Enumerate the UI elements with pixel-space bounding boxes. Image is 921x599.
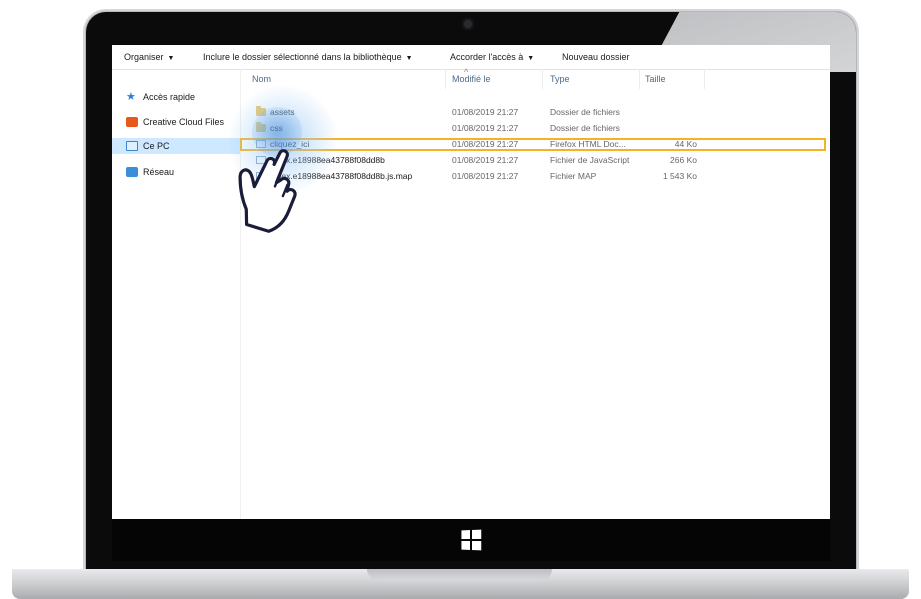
column-separator[interactable] [542,69,543,89]
column-header-type[interactable]: Type [550,74,570,84]
explorer-window: Organiser ▼ Inclure le dossier sélectionn… [112,45,830,519]
file-modified: 01/08/2019 21:27 [452,171,519,181]
pointing-hand-icon [238,149,297,233]
webcam [464,20,472,28]
file-type: Firefox HTML Doc... [550,139,626,149]
nav-item-creative-cloud[interactable]: Creative Cloud Files [112,114,240,130]
column-header-name[interactable]: Nom [252,74,271,84]
file-modified: 01/08/2019 21:27 [452,107,519,117]
windows-start-icon[interactable] [461,529,482,551]
file-row[interactable]: index.e18988ea43788f08dd8b.js.map 01/08/… [242,171,824,182]
laptop-base [12,569,909,599]
file-type: Dossier de fichiers [550,107,620,117]
column-headers: ^ Nom Modifié le Type Taille [242,67,830,89]
taskbar [112,519,830,561]
file-type: Fichier MAP [550,171,597,181]
new-folder-button[interactable]: Nouveau dossier [562,52,630,62]
file-size: 44 Ko [674,139,697,149]
file-size: 1 543 Ko [662,171,697,181]
nav-item-this-pc[interactable]: Ce PC [112,138,240,154]
creative-cloud-icon [126,117,138,127]
include-library-button[interactable]: Inclure le dossier sélectionné dans la b… [203,52,413,62]
chevron-down-icon: ▼ [527,55,535,62]
nav-item-quick-access[interactable]: ★ Accès rapide [112,89,240,105]
chevron-down-icon: ▼ [167,55,175,62]
share-with-button[interactable]: Accorder l'accès à ▼ [450,52,534,62]
laptop-lid: Organiser ▼ Inclure le dossier sélectionn… [86,12,856,577]
navigation-pane: ★ Accès rapide Creative Cloud Files Ce P… [112,69,241,519]
file-type: Fichier de JavaScript [550,155,630,165]
base-notch [367,569,552,581]
column-header-modified[interactable]: Modifié le [452,74,491,84]
column-separator[interactable] [639,69,640,89]
file-modified: 01/08/2019 21:27 [452,139,519,149]
command-bar: Organiser ▼ Inclure le dossier sélectionn… [112,45,830,70]
file-modified: 01/08/2019 21:27 [452,155,519,165]
column-header-size[interactable]: Taille [645,74,666,84]
file-modified: 01/08/2019 21:27 [452,123,519,133]
organize-button[interactable]: Organiser ▼ [124,52,174,62]
column-separator[interactable] [445,69,446,89]
star-icon: ★ [126,91,136,103]
network-icon [126,167,138,177]
file-type: Dossier de fichiers [550,123,620,133]
file-size: 266 Ko [670,155,697,165]
nav-item-network[interactable]: Réseau [112,164,240,180]
column-separator[interactable] [704,69,705,89]
computer-icon [126,141,138,151]
chevron-down-icon: ▼ [405,55,413,62]
